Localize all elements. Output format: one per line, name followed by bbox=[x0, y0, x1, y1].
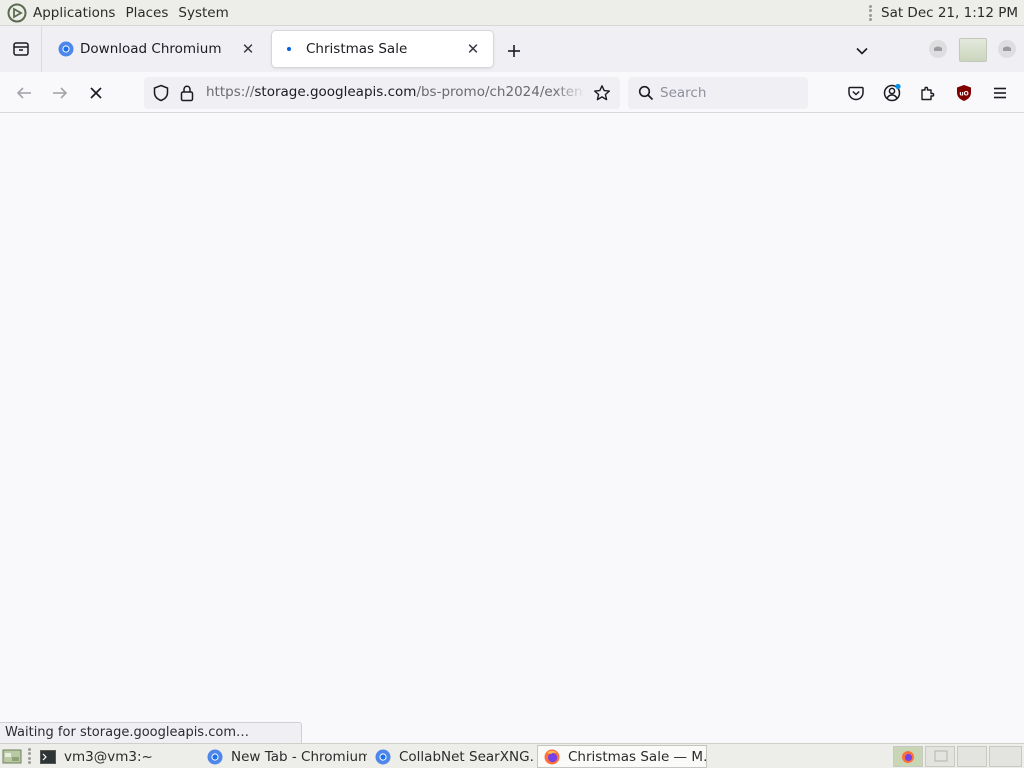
workspace-window-icon bbox=[934, 750, 948, 762]
arrow-right-icon bbox=[53, 87, 68, 99]
account-button[interactable] bbox=[879, 80, 905, 106]
url-host: storage.googleapis.com bbox=[254, 84, 417, 100]
new-tab-button[interactable] bbox=[502, 39, 526, 63]
url-fade bbox=[554, 81, 586, 105]
taskbar-item-label: CollabNet SearXNG… bbox=[399, 748, 535, 765]
bottom-taskbar: vm3@vm3:~ New Tab - Chromium CollabNet S… bbox=[0, 743, 1024, 768]
lock-icon[interactable] bbox=[179, 84, 195, 106]
tab-download-chromium[interactable]: Download Chromium ✕ bbox=[46, 31, 268, 67]
panel-grip-icon bbox=[869, 5, 873, 21]
plus-icon bbox=[508, 45, 520, 57]
pocket-button[interactable] bbox=[843, 80, 869, 106]
navigation-toolbar: https://storage.googleapis.com/bs-promo/… bbox=[0, 72, 1024, 113]
minimize-button[interactable] bbox=[929, 40, 947, 58]
close-tab-icon[interactable]: ✕ bbox=[463, 39, 483, 59]
taskbar-grip-icon bbox=[28, 748, 32, 764]
show-desktop-icon[interactable] bbox=[2, 747, 22, 765]
workspace-2[interactable] bbox=[925, 746, 955, 767]
svg-text:uO: uO bbox=[959, 91, 968, 98]
applications-menu[interactable]: Applications bbox=[33, 5, 115, 21]
ublock-origin-button[interactable]: uO bbox=[951, 80, 977, 106]
close-tab-icon[interactable]: ✕ bbox=[238, 39, 258, 59]
maximize-button[interactable] bbox=[959, 38, 987, 62]
loading-dot-icon bbox=[284, 41, 300, 57]
debian-logo-icon[interactable] bbox=[7, 3, 27, 23]
chevron-down-icon bbox=[856, 47, 868, 55]
terminal-icon bbox=[40, 749, 56, 765]
tab-title: Download Chromium bbox=[80, 41, 222, 57]
firefox-icon bbox=[544, 749, 560, 765]
url-scheme: https:// bbox=[206, 84, 255, 100]
extensions-button[interactable] bbox=[915, 80, 941, 106]
tab-title: Christmas Sale bbox=[306, 41, 408, 57]
top-panel: Applications Places System Sat Dec 21, 1… bbox=[0, 0, 1024, 26]
taskbar-item-terminal[interactable]: vm3@vm3:~ bbox=[34, 745, 200, 768]
account-icon bbox=[883, 83, 901, 102]
ublock-origin-icon: uO bbox=[957, 85, 971, 101]
tab-christmas-sale[interactable]: Christmas Sale ✕ bbox=[272, 31, 493, 67]
hamburger-menu-icon bbox=[994, 87, 1006, 99]
workspace-4[interactable] bbox=[989, 746, 1022, 767]
workspace-firefox-icon bbox=[902, 751, 914, 763]
url-bar[interactable]: https://storage.googleapis.com/bs-promo/… bbox=[144, 77, 620, 109]
search-icon bbox=[638, 85, 654, 101]
taskbar-item-new-tab-chromium[interactable]: New Tab - Chromium bbox=[201, 745, 367, 768]
forward-button[interactable] bbox=[47, 80, 73, 106]
search-input[interactable] bbox=[660, 85, 800, 101]
workspace-3[interactable] bbox=[957, 746, 987, 767]
minimize-icon bbox=[934, 46, 942, 51]
search-bar[interactable] bbox=[628, 77, 808, 109]
puzzle-piece-icon bbox=[921, 86, 935, 101]
back-button[interactable] bbox=[11, 80, 37, 106]
close-window-icon bbox=[1003, 46, 1011, 51]
taskbar-item-label: vm3@vm3:~ bbox=[64, 748, 153, 765]
chromium-icon bbox=[375, 749, 391, 765]
bookmark-star-icon[interactable] bbox=[593, 84, 611, 106]
tracking-protection-shield-icon[interactable] bbox=[152, 84, 170, 106]
stop-x-icon bbox=[90, 87, 102, 99]
firefox-view-icon bbox=[12, 42, 29, 56]
taskbar-item-collabnet-searxng[interactable]: CollabNet SearXNG… bbox=[369, 745, 535, 768]
arrow-left-icon bbox=[16, 87, 31, 99]
taskbar-item-label: New Tab - Chromium bbox=[231, 748, 367, 765]
list-all-tabs-button[interactable] bbox=[850, 39, 874, 63]
chromium-icon bbox=[207, 749, 223, 765]
stop-button[interactable] bbox=[83, 80, 109, 106]
close-window-button[interactable] bbox=[998, 40, 1016, 58]
firefox-view-button[interactable] bbox=[0, 26, 42, 72]
status-bar: Waiting for storage.googleapis.com… bbox=[0, 722, 302, 743]
system-menu[interactable]: System bbox=[178, 5, 228, 21]
pocket-icon bbox=[848, 86, 864, 101]
page-content[interactable] bbox=[0, 113, 1024, 743]
workspace-1[interactable] bbox=[893, 746, 923, 767]
tab-strip: Download Chromium ✕ Christmas Sale ✕ bbox=[0, 26, 1024, 72]
clock[interactable]: Sat Dec 21, 1:12 PM bbox=[881, 5, 1018, 21]
places-menu[interactable]: Places bbox=[125, 5, 168, 21]
app-menu-button[interactable] bbox=[987, 80, 1013, 106]
taskbar-item-label: Christmas Sale — M… bbox=[568, 748, 707, 765]
chromium-icon bbox=[58, 41, 74, 57]
taskbar-item-christmas-sale-firefox[interactable]: Christmas Sale — M… bbox=[537, 745, 707, 768]
url-text[interactable]: https://storage.googleapis.com/bs-promo/… bbox=[206, 84, 584, 100]
